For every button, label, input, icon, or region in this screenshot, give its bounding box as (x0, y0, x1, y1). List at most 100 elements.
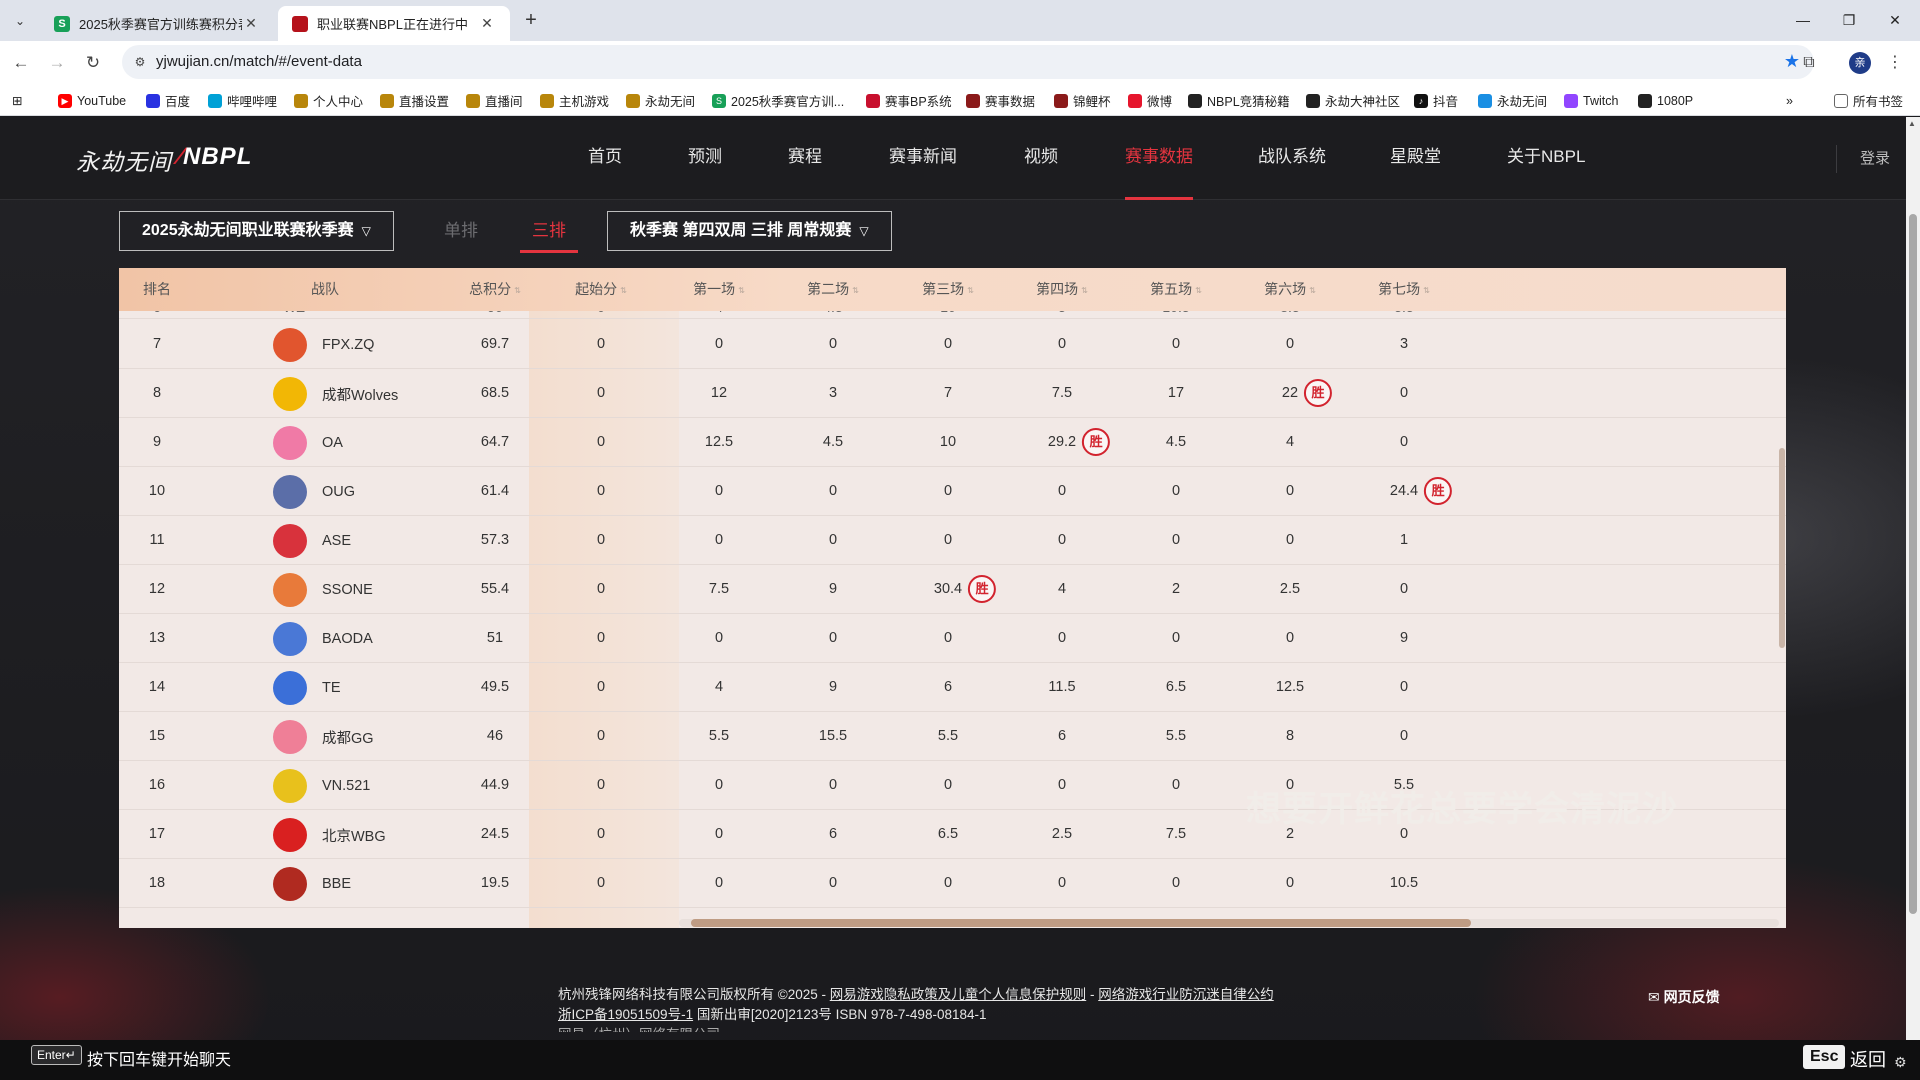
icp-link[interactable]: 浙ICP备19051509号-1 (558, 1007, 693, 1022)
window-close-icon[interactable]: ✕ (1872, 0, 1918, 40)
team-cell[interactable]: TE (273, 671, 341, 705)
th-total[interactable]: 总积分 ⇅ (469, 268, 521, 311)
close-icon[interactable]: ✕ (242, 15, 260, 32)
team-cell[interactable]: OUG (273, 475, 355, 509)
bookmark-console-games[interactable]: 主机游戏 (540, 92, 609, 109)
nav-home[interactable]: 首页 (588, 117, 622, 200)
sort-icon[interactable]: ⇅ (620, 286, 627, 295)
nav-news[interactable]: 赛事新闻 (889, 117, 957, 200)
team-cell[interactable]: VN.521 (273, 769, 370, 803)
nav-schedule[interactable]: 赛程 (788, 117, 822, 200)
forward-arrow-icon[interactable]: → (42, 48, 72, 78)
team-cell[interactable]: SSONE (273, 573, 373, 607)
th-game7[interactable]: 第七场 ⇅ (1378, 268, 1430, 311)
bookmark-stream-settings[interactable]: 直播设置 (380, 92, 449, 109)
all-bookmarks[interactable]: 所有书签 (1834, 92, 1903, 109)
convention-link[interactable]: 网络游戏行业防沉迷自律公约 (1098, 987, 1274, 1002)
nav-predict[interactable]: 预测 (688, 117, 722, 200)
th-game6[interactable]: 第六场 ⇅ (1264, 268, 1316, 311)
nav-hall-of-fame[interactable]: 星殿堂 (1390, 117, 1441, 200)
login-link[interactable]: 登录 (1860, 117, 1890, 200)
bookmark-twitch[interactable]: Twitch (1564, 92, 1618, 109)
bookmark-koi-cup[interactable]: 锦鲤杯 (1054, 92, 1111, 109)
bookmark-scoresheet[interactable]: S 2025秋季赛官方训... (712, 92, 844, 109)
th-game3[interactable]: 第三场 ⇅ (922, 268, 974, 311)
back-label[interactable]: 返回 (1850, 1046, 1886, 1072)
bookmark-naraka[interactable]: 永劫无间 (626, 92, 695, 109)
avatar[interactable]: 亲 (1849, 52, 1871, 74)
esc-key-hint[interactable]: Esc (1803, 1045, 1846, 1069)
team-cell[interactable]: 北京WBG (273, 818, 386, 852)
stage-dropdown[interactable]: 秋季赛 第四双周 三排 周常规赛 ▽ (607, 211, 892, 251)
th-game4[interactable]: 第四场 ⇅ (1036, 268, 1088, 311)
settings-icon[interactable]: ⚙ (1894, 1054, 1907, 1071)
bookmark-match-data[interactable]: 赛事数据 (966, 92, 1035, 109)
sort-icon[interactable]: ⇅ (514, 286, 521, 295)
bookmark-nbpl-guide[interactable]: NBPL竞猜秘籍 (1188, 92, 1290, 109)
new-tab-plus-icon[interactable]: + (518, 8, 544, 34)
nav-about[interactable]: 关于NBPL (1507, 117, 1585, 200)
page-scrollbar-thumb[interactable] (1909, 214, 1917, 914)
privacy-link[interactable]: 网易游戏隐私政策及儿童个人信息保护规则 (830, 987, 1087, 1002)
sort-icon[interactable]: ⇅ (1195, 286, 1202, 295)
apps-grid-icon[interactable]: ⊞ (12, 92, 22, 109)
th-game1[interactable]: 第一场 ⇅ (693, 268, 745, 311)
url-text[interactable]: yjwujian.cn/match/#/event-data (156, 45, 362, 79)
bookmark-personal[interactable]: 个人中心 (294, 92, 363, 109)
nav-match-data[interactable]: 赛事数据 (1125, 117, 1193, 200)
extensions-puzzle-icon[interactable]: ⧉ (1796, 50, 1822, 76)
sort-icon[interactable]: ⇅ (967, 286, 974, 295)
bookmark-stream-room[interactable]: 直播间 (466, 92, 523, 109)
sort-icon[interactable]: ⇅ (738, 286, 745, 295)
bookmark-community[interactable]: 永劫大神社区 (1306, 92, 1400, 109)
sort-icon[interactable]: ⇅ (1423, 286, 1430, 295)
scroll-up-icon[interactable]: ▲ (1908, 119, 1916, 128)
bookmark-naraka-2[interactable]: 永劫无间 (1478, 92, 1547, 109)
bookmark-douyin[interactable]: ♪ 抖音 (1414, 92, 1458, 109)
team-cell[interactable]: 成都Wolves (273, 377, 398, 411)
bookmark-1080p[interactable]: 1080P (1638, 92, 1693, 109)
team-cell[interactable]: FPX.ZQ (273, 328, 374, 362)
bookmark-bp-system[interactable]: 赛事BP系统 (866, 92, 952, 109)
naraka-logo[interactable]: 永劫无间 (76, 143, 172, 177)
nav-team-system[interactable]: 战队系统 (1258, 117, 1326, 200)
bookmark-weibo[interactable]: 微博 (1128, 92, 1172, 109)
bookmark-youtube[interactable]: ▶ YouTube (58, 92, 126, 109)
team-cell[interactable]: OA (273, 426, 343, 460)
restore-icon[interactable]: ❐ (1826, 0, 1872, 40)
feedback-button[interactable]: ✉ 网页反馈 (1648, 987, 1720, 1007)
team-cell[interactable]: ASE (273, 524, 351, 558)
th-game2[interactable]: 第二场 ⇅ (807, 268, 859, 311)
th-game5[interactable]: 第五场 ⇅ (1150, 268, 1202, 311)
reload-icon[interactable]: ↻ (78, 48, 108, 78)
bookmark-baidu[interactable]: 百度 (146, 92, 190, 109)
kebab-menu-icon[interactable]: ⋮ (1882, 50, 1908, 76)
tab-search-chevron-icon[interactable]: ⌄ (6, 8, 34, 34)
game-score-cell: 9 (1400, 614, 1408, 663)
page-scrollbar[interactable]: ▲ ▼ (1906, 117, 1920, 1080)
nbpl-logo[interactable]: ⁄NBPL (178, 143, 252, 171)
team-cell[interactable]: BBE (273, 867, 351, 901)
sort-icon[interactable]: ⇅ (852, 286, 859, 295)
sort-icon[interactable]: ⇅ (1081, 286, 1088, 295)
team-cell[interactable]: BAODA (273, 622, 373, 656)
bookmark-bilibili[interactable]: 哔哩哔哩 (208, 92, 277, 109)
bookmarks-overflow-icon[interactable]: » (1786, 92, 1793, 109)
browser-tab-scoresheet[interactable]: S 2025秋季赛官方训练赛积分表 ✕ (40, 6, 274, 41)
tab-solo[interactable]: 单排 (444, 211, 478, 251)
close-icon[interactable]: ✕ (478, 15, 496, 32)
minimize-icon[interactable]: — (1780, 0, 1826, 40)
back-arrow-icon[interactable]: ← (6, 48, 36, 78)
team-name: FPX.ZQ (322, 337, 375, 353)
site-info-icon[interactable]: ⚙ (130, 52, 150, 72)
browser-tab-nbpl[interactable]: 职业联赛NBPL正在进行中 ✕ (278, 6, 510, 41)
address-bar[interactable]: ⚙ yjwujian.cn/match/#/event-data ★ (122, 45, 1814, 79)
vertical-scrollbar-thumb[interactable] (1779, 448, 1785, 648)
horizontal-scrollbar-thumb[interactable] (691, 919, 1471, 927)
team-cell[interactable]: 成都GG (273, 720, 374, 754)
nav-video[interactable]: 视频 (1024, 117, 1058, 200)
th-start[interactable]: 起始分 ⇅ (575, 268, 627, 311)
sort-icon[interactable]: ⇅ (1309, 286, 1316, 295)
tab-trio[interactable]: 三排 (520, 211, 578, 253)
season-dropdown[interactable]: 2025永劫无间职业联赛秋季赛 ▽ (119, 211, 394, 251)
